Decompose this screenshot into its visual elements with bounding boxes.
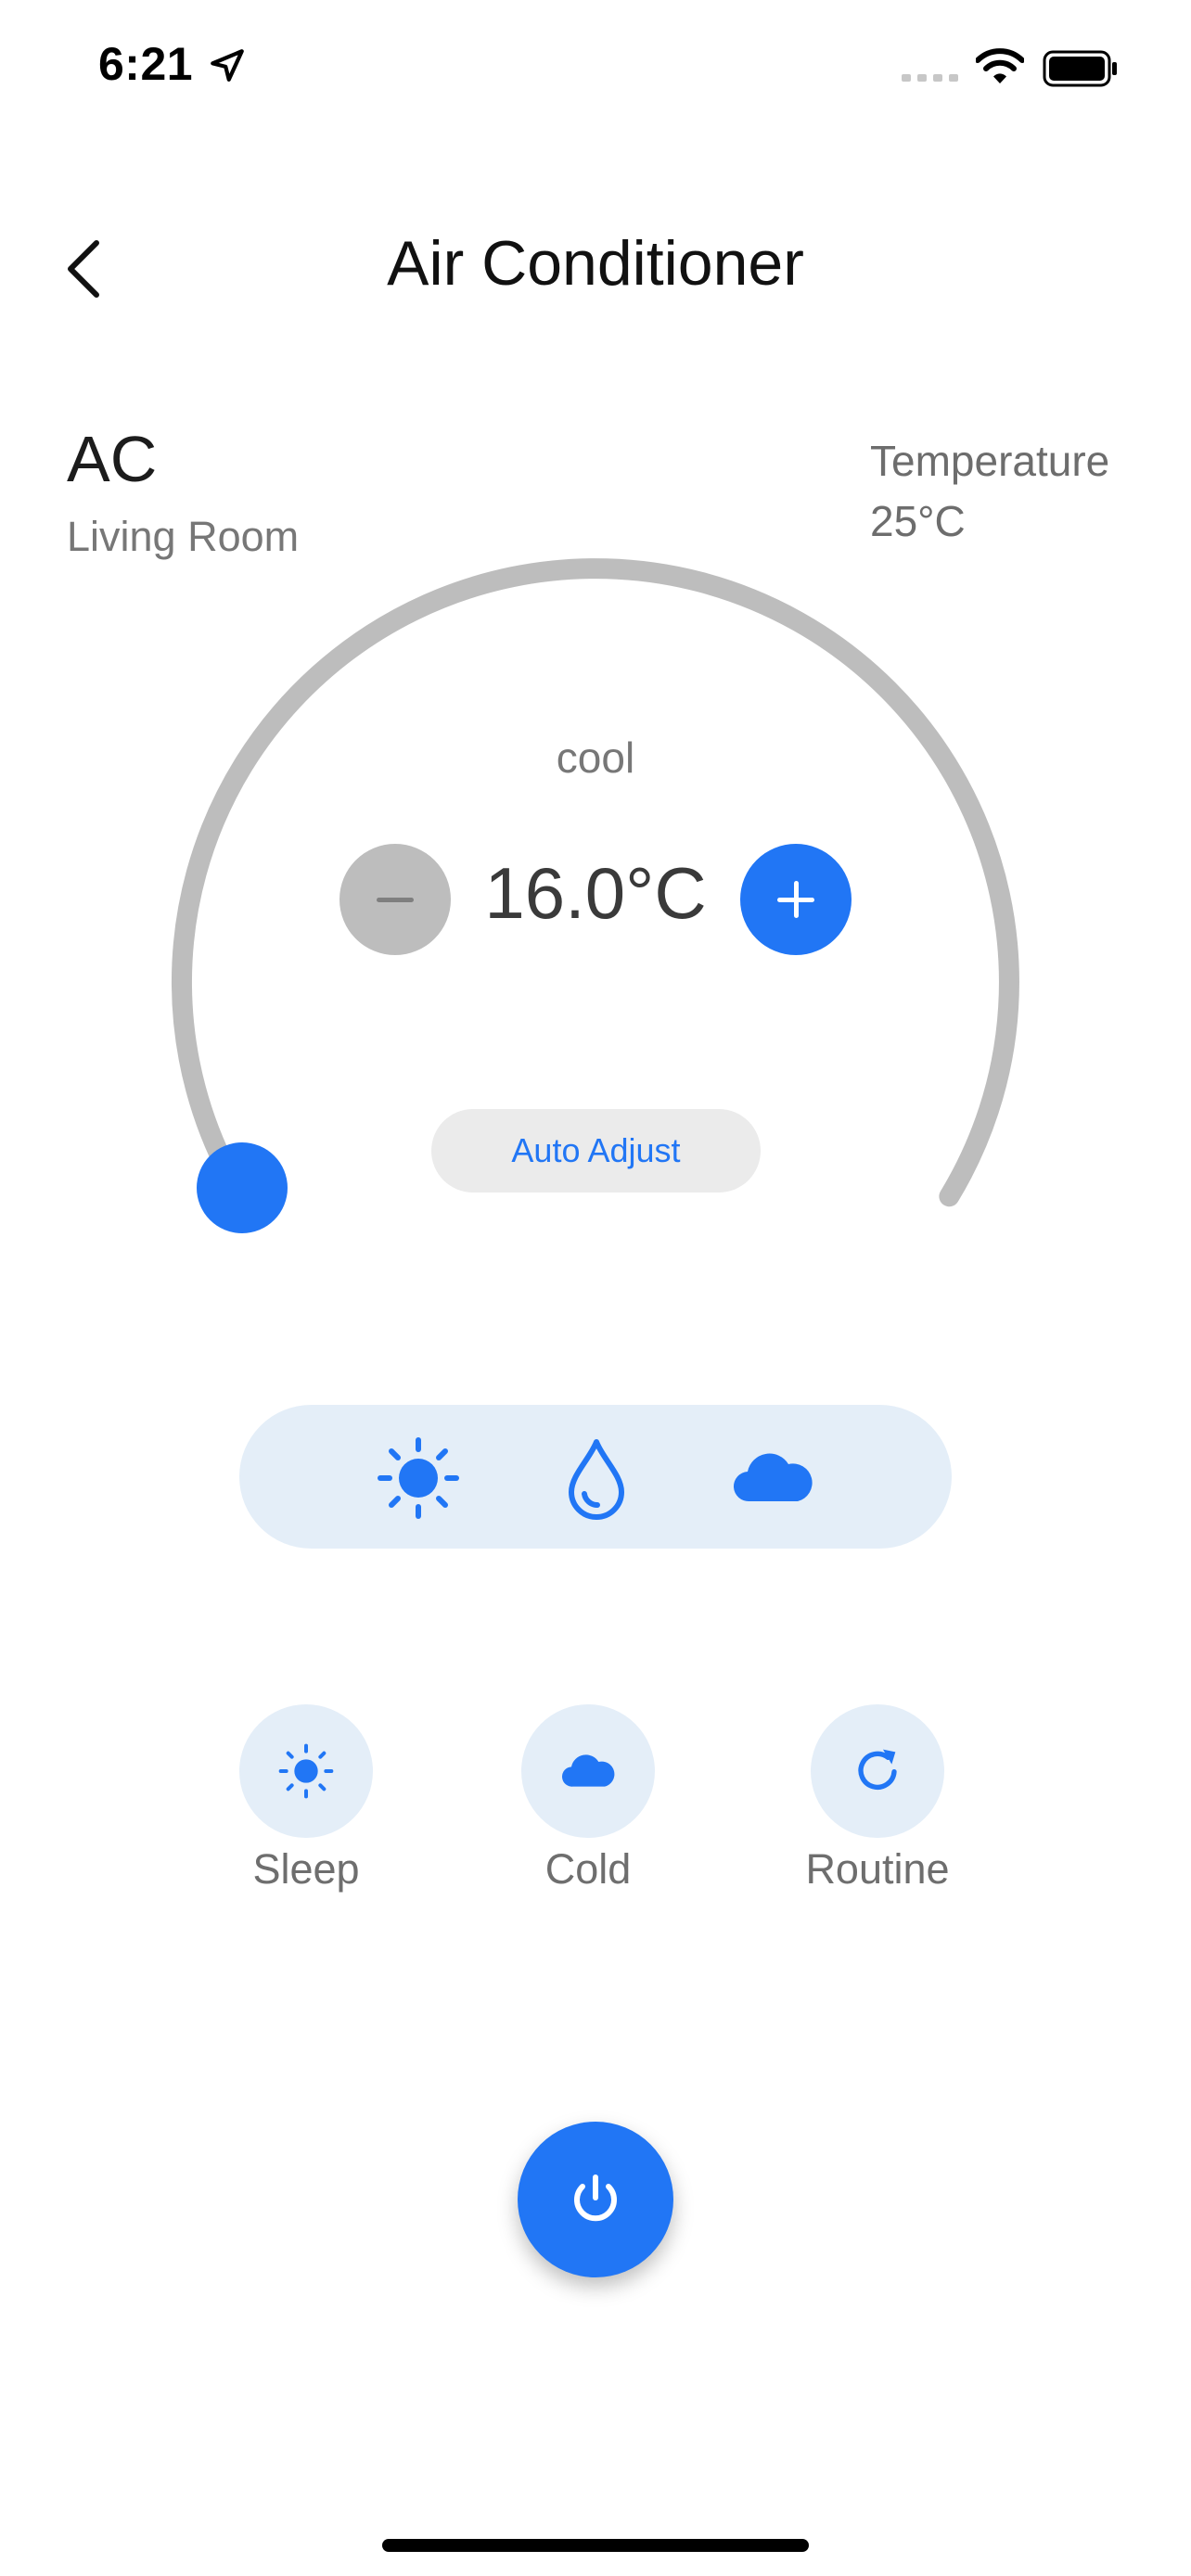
ac-control-screen: 6:21 Air Conditioner AC Living Room Temp…: [0, 0, 1191, 2576]
dial-handle[interactable]: [197, 1142, 288, 1233]
cloud-icon[interactable]: [731, 1436, 814, 1520]
quick-action-sleep[interactable]: Sleep: [213, 1704, 399, 1894]
status-time: 6:21: [98, 38, 194, 90]
decrease-temperature-button[interactable]: [339, 844, 451, 955]
sun-icon[interactable]: [377, 1436, 460, 1520]
home-indicator[interactable]: [382, 2539, 809, 2552]
cold-button[interactable]: [521, 1704, 655, 1838]
cloud-icon: [561, 1754, 615, 1787]
increase-temperature-button[interactable]: [740, 844, 852, 955]
routine-button[interactable]: [811, 1704, 944, 1838]
refresh-icon: [858, 1749, 897, 1791]
device-room: Living Room: [67, 513, 300, 560]
routine-label: Routine: [805, 1845, 950, 1893]
power-icon: [574, 2174, 617, 2222]
page-title: Air Conditioner: [387, 228, 804, 299]
current-temperature-value: 25°C: [870, 497, 966, 545]
cold-label: Cold: [544, 1845, 632, 1893]
current-mode-label: cool: [556, 733, 635, 782]
water-drop-icon[interactable]: [555, 1436, 638, 1520]
power-button[interactable]: [518, 2122, 673, 2277]
wifi-icon: [976, 48, 1024, 83]
cellular-signal-icon: [902, 74, 958, 82]
auto-adjust-button[interactable]: Auto Adjust: [431, 1109, 761, 1192]
location-arrow-icon: [211, 49, 244, 82]
set-temperature: 16.0°C: [484, 852, 707, 934]
battery-icon: [1043, 50, 1117, 87]
quick-action-routine[interactable]: Routine: [785, 1704, 970, 1894]
sleep-button[interactable]: [239, 1704, 373, 1838]
sun-icon: [278, 1743, 334, 1799]
quick-action-cold[interactable]: Cold: [495, 1704, 681, 1894]
mode-selector: [239, 1405, 952, 1549]
current-temperature-label: Temperature: [870, 437, 1110, 485]
sleep-label: Sleep: [252, 1845, 360, 1893]
device-name: AC: [67, 423, 158, 495]
